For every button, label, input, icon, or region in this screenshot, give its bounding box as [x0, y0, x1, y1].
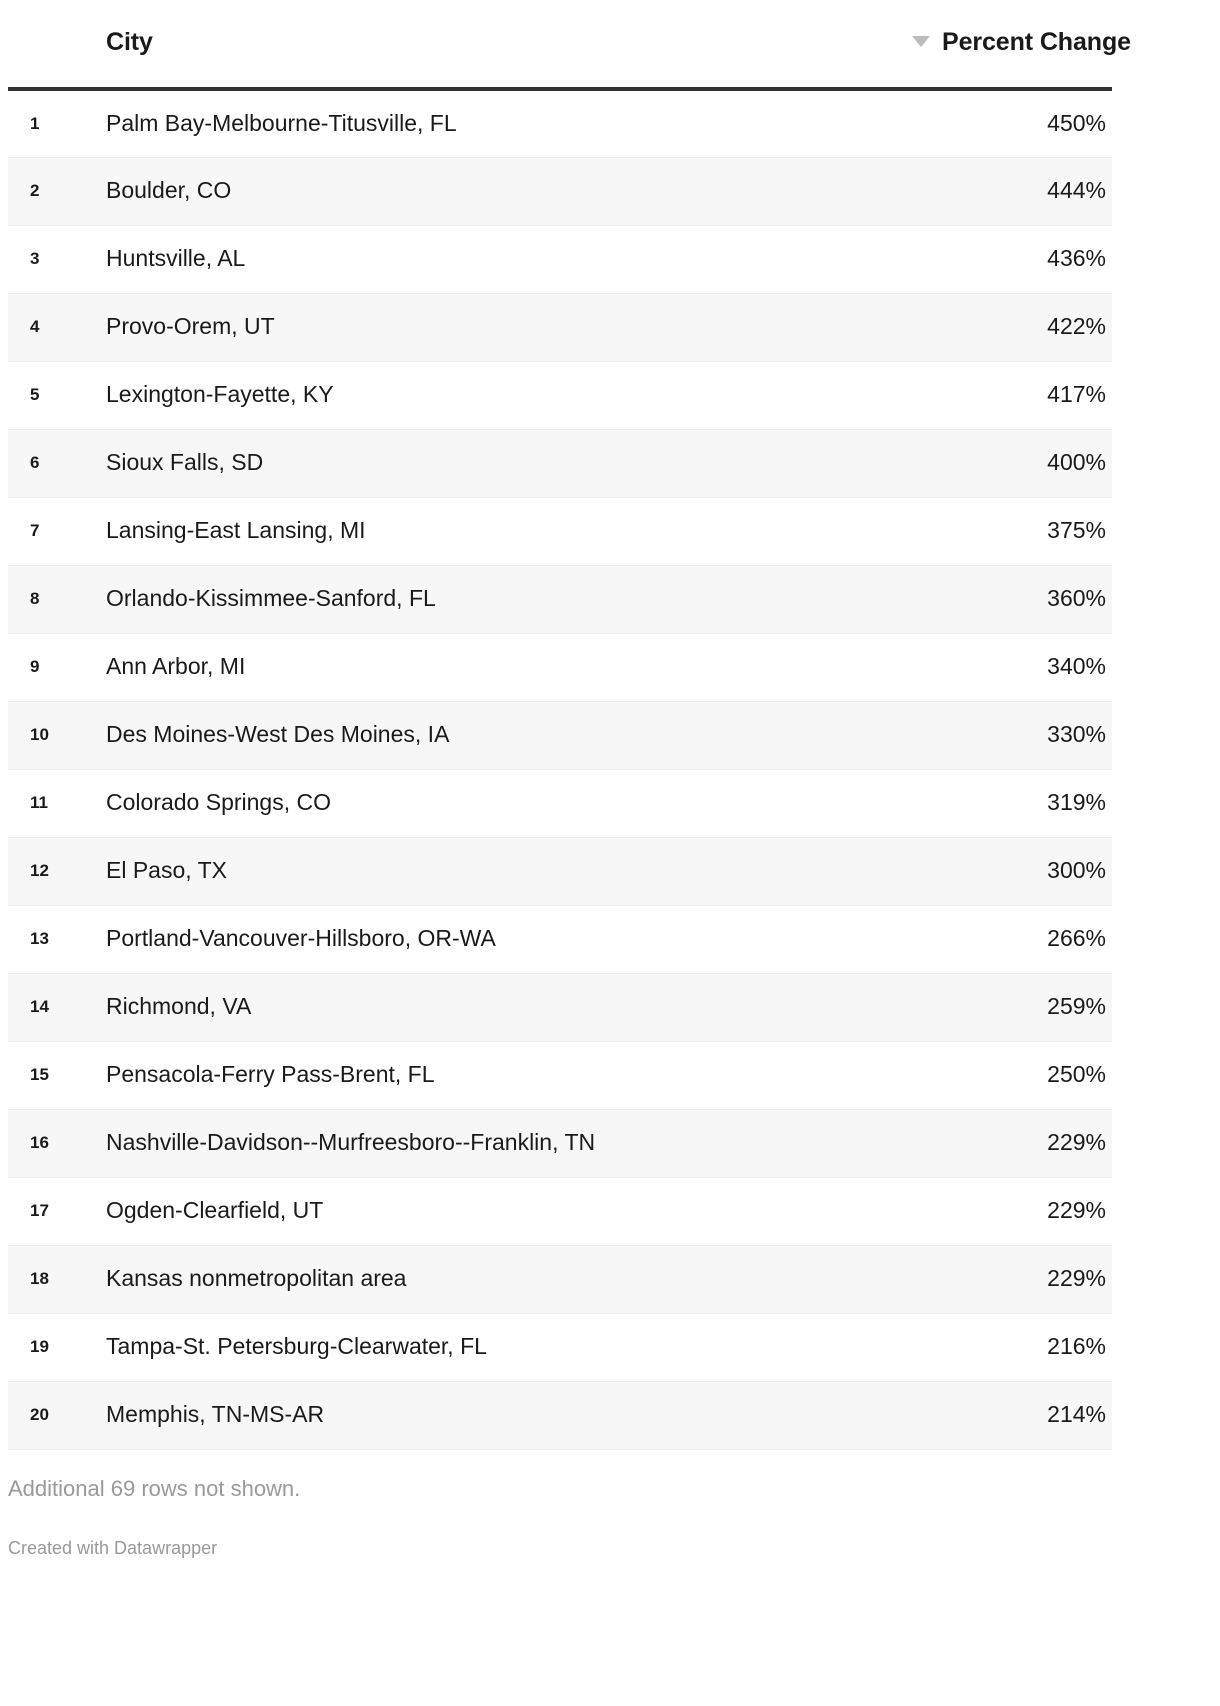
table-row: 8 Orlando-Kissimmee-Sanford, FL 360%: [8, 565, 1112, 633]
cell-rank: 7: [30, 520, 40, 540]
cell-rank: 10: [30, 724, 49, 744]
cell-percent-change: 300%: [1047, 857, 1106, 884]
cell-city: Richmond, VA: [106, 993, 252, 1020]
cell-city: Boulder, CO: [106, 177, 232, 204]
cell-rank: 13: [30, 928, 49, 948]
column-header-percent-change-inner: Percent Change: [912, 0, 1131, 87]
table-body: 1 Palm Bay-Melbourne-Titusville, FL 450% 2 B…: [8, 89, 1112, 1449]
cell-percent-change: 400%: [1047, 449, 1106, 476]
cell-rank: 17: [30, 1200, 49, 1220]
cell-city: Memphis, TN-MS-AR: [106, 1401, 325, 1428]
cell-city: Kansas nonmetropolitan area: [106, 1265, 407, 1292]
column-header-percent-change-label: Percent Change: [942, 28, 1131, 56]
cell-city: Ogden-Clearfield, UT: [106, 1197, 324, 1224]
table-row: 13 Portland-Vancouver-Hillsboro, OR-WA 266…: [8, 905, 1112, 973]
rows-not-shown-note: Additional 69 rows not shown.: [8, 1475, 301, 1501]
cell-city: Ann Arbor, MI: [106, 653, 246, 680]
cell-city: Huntsville, AL: [106, 245, 246, 272]
table-row: 11 Colorado Springs, CO 319%: [8, 769, 1112, 837]
cell-percent-change: 375%: [1047, 517, 1106, 544]
table-row: 19 Tampa-St. Petersburg-Clearwater, FL 216…: [8, 1313, 1112, 1381]
cell-percent-change: 330%: [1047, 721, 1106, 748]
table-header: City Percent Change: [8, 0, 1131, 91]
table-row: 2 Boulder, CO 444%: [8, 157, 1112, 225]
cell-city: Des Moines-West Des Moines, IA: [106, 721, 450, 748]
cell-city: Colorado Springs, CO: [106, 789, 331, 816]
table-row: 18 Kansas nonmetropolitan area 229%: [8, 1245, 1112, 1313]
cell-percent-change: 229%: [1047, 1129, 1106, 1156]
cell-rank: 18: [30, 1268, 49, 1288]
caret-down-icon: [912, 35, 930, 47]
cell-percent-change: 444%: [1047, 177, 1106, 204]
table-row: 16 Nashville-Davidson--Murfreesboro--Fran…: [8, 1109, 1112, 1177]
table-row: 3 Huntsville, AL 436%: [8, 225, 1112, 293]
cell-city: Lexington-Fayette, KY: [106, 381, 334, 408]
table-row: 20 Memphis, TN-MS-AR 214%: [8, 1381, 1112, 1449]
cell-city: Tampa-St. Petersburg-Clearwater, FL: [106, 1333, 487, 1360]
cell-percent-change: 214%: [1047, 1401, 1106, 1428]
cell-city: Nashville-Davidson--Murfreesboro--Frankl…: [106, 1129, 596, 1156]
datawrapper-credit[interactable]: Created with Datawrapper: [0, 1502, 1220, 1559]
table-row: 12 El Paso, TX 300%: [8, 837, 1112, 905]
cell-percent-change: 266%: [1047, 925, 1106, 952]
cell-rank: 6: [30, 452, 40, 472]
cell-rank: 1: [30, 113, 40, 133]
table-row: 10 Des Moines-West Des Moines, IA 330%: [8, 701, 1112, 769]
cell-percent-change: 229%: [1047, 1197, 1106, 1224]
datawrapper-table-container: City Percent Change 1 Palm Bay-Melbourne-…: [0, 0, 1220, 1559]
cell-city: El Paso, TX: [106, 857, 228, 884]
cell-rank: 16: [30, 1132, 49, 1152]
cell-rank: 5: [30, 384, 40, 404]
cell-city: Pensacola-Ferry Pass-Brent, FL: [106, 1061, 435, 1088]
cell-city: Lansing-East Lansing, MI: [106, 517, 366, 544]
column-header-percent-change[interactable]: Percent Change: [912, 0, 1131, 91]
cell-percent-change: 259%: [1047, 993, 1106, 1020]
cell-rank: 8: [30, 588, 40, 608]
cell-rank: 14: [30, 996, 49, 1016]
cell-percent-change: 436%: [1047, 245, 1106, 272]
cell-rank: 20: [30, 1404, 49, 1424]
table-row: 14 Richmond, VA 259%: [8, 973, 1112, 1041]
table-row: 7 Lansing-East Lansing, MI 375%: [8, 497, 1112, 565]
table-row: 6 Sioux Falls, SD 400%: [8, 429, 1112, 497]
cell-percent-change: 422%: [1047, 313, 1106, 340]
cell-rank: 11: [30, 792, 48, 812]
table-row: 15 Pensacola-Ferry Pass-Brent, FL 250%: [8, 1041, 1112, 1109]
table-row: 4 Provo-Orem, UT 422%: [8, 293, 1112, 361]
cell-rank: 12: [30, 860, 49, 880]
data-table: City Percent Change 1 Palm Bay-Melbourne-…: [8, 0, 1131, 1450]
cell-rank: 19: [30, 1336, 49, 1356]
column-header-city-label: City: [106, 28, 153, 56]
cell-percent-change: 340%: [1047, 653, 1106, 680]
cell-percent-change: 450%: [1047, 109, 1106, 136]
column-header-city[interactable]: City: [8, 0, 912, 91]
cell-city: Portland-Vancouver-Hillsboro, OR-WA: [106, 925, 496, 952]
table-row: 9 Ann Arbor, MI 340%: [8, 633, 1112, 701]
table-row: 17 Ogden-Clearfield, UT 229%: [8, 1177, 1112, 1245]
cell-city: Provo-Orem, UT: [106, 313, 275, 340]
cell-rank: 4: [30, 316, 40, 336]
table-row: 5 Lexington-Fayette, KY 417%: [8, 361, 1112, 429]
cell-rank: 9: [30, 656, 40, 676]
cell-city: Palm Bay-Melbourne-Titusville, FL: [106, 109, 457, 136]
table-row: 1 Palm Bay-Melbourne-Titusville, FL 450%: [8, 89, 1112, 157]
table-header-row: City Percent Change: [8, 0, 1131, 91]
cell-percent-change: 319%: [1047, 789, 1106, 816]
cell-percent-change: 360%: [1047, 585, 1106, 612]
cell-percent-change: 417%: [1047, 381, 1106, 408]
cell-rank: 2: [30, 180, 40, 200]
cell-percent-change: 250%: [1047, 1061, 1106, 1088]
cell-rank: 15: [30, 1064, 49, 1084]
cell-city: Sioux Falls, SD: [106, 449, 264, 476]
cell-rank: 3: [30, 248, 40, 268]
cell-city: Orlando-Kissimmee-Sanford, FL: [106, 585, 436, 612]
cell-percent-change: 216%: [1047, 1333, 1106, 1360]
cell-percent-change: 229%: [1047, 1265, 1106, 1292]
